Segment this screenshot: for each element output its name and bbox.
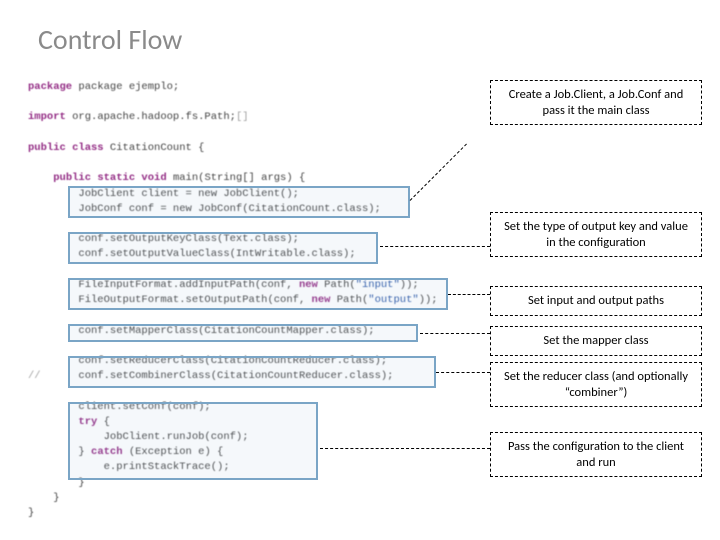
slide-title: Control Flow bbox=[38, 22, 182, 57]
code-blank bbox=[28, 308, 458, 323]
annotation-paths: Set input and output paths bbox=[490, 286, 702, 316]
annotation-jobclient: Create a Job.Client, a Job.Conf and pass… bbox=[490, 80, 702, 125]
code-blank bbox=[28, 95, 458, 110]
highlight-reducer bbox=[68, 356, 436, 388]
connector-line bbox=[320, 448, 490, 449]
annotation-reducer: Set the reducer class (and optionally “c… bbox=[490, 362, 702, 407]
code-blank bbox=[28, 217, 458, 232]
highlight-outputclass bbox=[68, 232, 378, 264]
connector-line bbox=[436, 372, 490, 373]
code-line: public class CitationCount { bbox=[28, 141, 458, 156]
highlight-run bbox=[68, 402, 318, 480]
code-line: public static void main(String[] args) { bbox=[28, 171, 458, 186]
highlight-mapper bbox=[68, 324, 418, 342]
connector-line bbox=[448, 294, 490, 295]
highlight-paths bbox=[68, 278, 448, 310]
code-line: package package ejemplo; bbox=[28, 80, 458, 95]
code-line: import org.apache.hadoop.fs.Path;[] bbox=[28, 110, 458, 125]
code-line: } bbox=[28, 506, 458, 521]
code-blank bbox=[28, 156, 458, 171]
code-blank bbox=[28, 126, 458, 141]
highlight-jobclient bbox=[68, 186, 410, 218]
annotation-mapper: Set the mapper class bbox=[490, 326, 702, 356]
connector-line bbox=[420, 333, 490, 334]
annotation-run: Pass the configuration to the client and… bbox=[490, 432, 702, 477]
code-blank bbox=[28, 263, 458, 278]
annotation-outputclass: Set the type of output key and value in … bbox=[490, 212, 702, 257]
code-line: } bbox=[28, 491, 458, 506]
connector-line bbox=[380, 246, 490, 247]
